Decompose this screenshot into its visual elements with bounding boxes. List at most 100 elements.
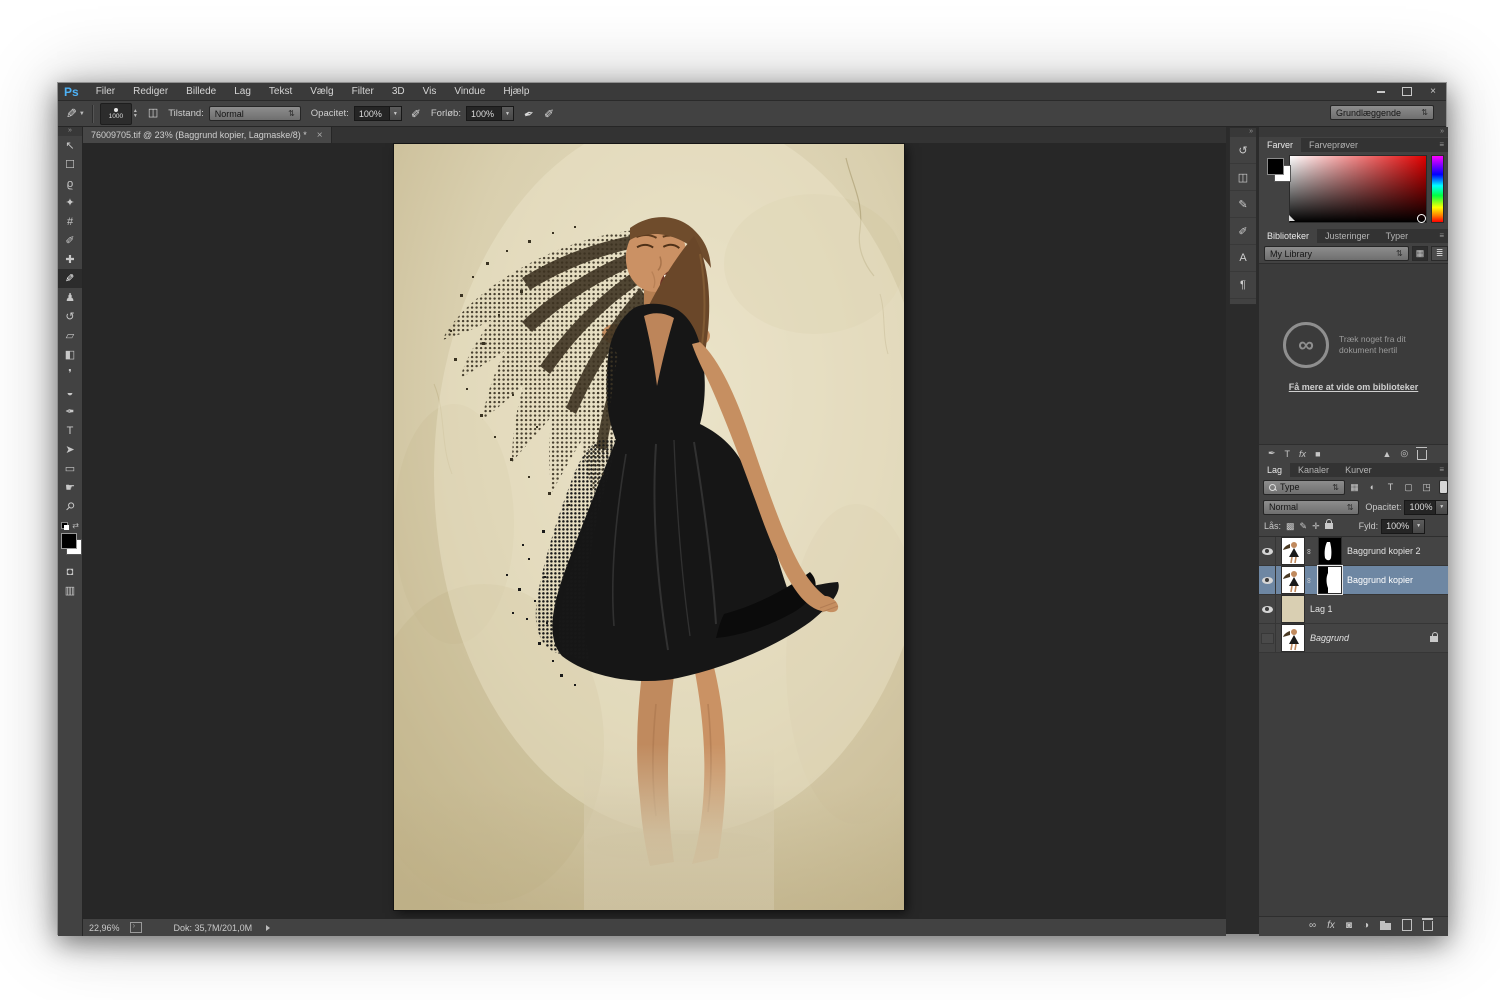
layer-name[interactable]: Lag 1 bbox=[1310, 604, 1333, 614]
add-graphic-icon[interactable]: ✒ bbox=[1268, 448, 1276, 459]
dock-collapse-icon[interactable]: » bbox=[1230, 128, 1256, 137]
brush-tool[interactable]: ✎ bbox=[58, 269, 82, 288]
visibility-toggle[interactable] bbox=[1259, 566, 1276, 594]
link-layers-icon[interactable]: ∞ bbox=[1309, 920, 1316, 931]
history-panel-icon[interactable]: ↺ bbox=[1230, 137, 1256, 164]
move-tool[interactable]: ↖ bbox=[58, 136, 82, 155]
blend-mode-select[interactable]: Normal⇅ bbox=[209, 106, 301, 121]
menu-item-vælg[interactable]: Vælg bbox=[301, 83, 342, 101]
menu-item-lag[interactable]: Lag bbox=[225, 83, 260, 101]
layers-opacity-input[interactable]: 100% bbox=[1404, 500, 1436, 515]
brush-preset-arrow-icon[interactable]: ▼ bbox=[79, 111, 85, 117]
flow-input[interactable]: 100% bbox=[466, 106, 502, 121]
filter-adjustment-layers-icon[interactable]: ◐ bbox=[1364, 480, 1381, 494]
filter-type-layers-icon[interactable]: T bbox=[1382, 480, 1399, 494]
crop-tool[interactable]: # bbox=[58, 212, 82, 231]
libraries-tab-justeringer[interactable]: Justeringer bbox=[1317, 229, 1378, 243]
menu-item-billede[interactable]: Billede bbox=[177, 83, 225, 101]
layer-row[interactable]: Lag 1 bbox=[1259, 595, 1448, 624]
add-layer-style-icon[interactable]: fx bbox=[1299, 449, 1306, 459]
swap-colors-icon[interactable]: ⇄ bbox=[72, 521, 79, 530]
panel-foreground-swatch[interactable] bbox=[1267, 158, 1284, 175]
tools-collapse-icon[interactable]: » bbox=[58, 127, 82, 136]
visibility-toggle[interactable] bbox=[1259, 624, 1276, 652]
panels-collapse-icon[interactable]: » bbox=[1259, 127, 1448, 137]
library-delete-icon[interactable] bbox=[1417, 448, 1427, 460]
fill-dropdown-icon[interactable] bbox=[1413, 519, 1425, 534]
menu-item-hjælp[interactable]: Hjælp bbox=[494, 83, 538, 101]
quick-selection-tool[interactable]: ✦ bbox=[58, 193, 82, 212]
list-view-icon[interactable]: ≣ bbox=[1431, 246, 1448, 261]
history-brush-tool[interactable]: ↺ bbox=[58, 307, 82, 326]
layers-panel-menu-icon[interactable]: ≡ bbox=[1439, 463, 1448, 477]
grid-view-icon[interactable]: ▦ bbox=[1412, 246, 1429, 261]
layer-thumbnail[interactable] bbox=[1282, 596, 1304, 622]
layer-mask-thumbnail[interactable] bbox=[1319, 567, 1341, 593]
layer-name[interactable]: Baggrund kopier bbox=[1347, 575, 1413, 585]
zoom-tool[interactable]: ⚲ bbox=[58, 497, 82, 516]
delete-layer-icon[interactable] bbox=[1423, 919, 1433, 931]
close-icon[interactable]: × bbox=[1420, 83, 1446, 100]
filter-toggle[interactable] bbox=[1439, 480, 1448, 494]
layers-tab-kanaler[interactable]: Kanaler bbox=[1290, 463, 1337, 477]
libraries-tab-typer[interactable]: Typer bbox=[1378, 229, 1417, 243]
path-selection-tool[interactable]: ➤ bbox=[58, 440, 82, 459]
toggle-brush-panel-icon[interactable]: ◫ bbox=[148, 108, 158, 119]
filter-shape-layers-icon[interactable]: ▢ bbox=[1400, 480, 1417, 494]
workspace-select[interactable]: Grundlæggende⇅ bbox=[1330, 105, 1434, 120]
layer-filter-select[interactable]: Type⇅ bbox=[1263, 480, 1345, 495]
pressure-size-icon[interactable]: ✐ bbox=[544, 108, 554, 120]
brush-presets-panel-icon[interactable]: ✎ bbox=[1230, 191, 1256, 218]
layers-opacity-dropdown-icon[interactable] bbox=[1436, 500, 1448, 515]
menu-item-vindue[interactable]: Vindue bbox=[445, 83, 494, 101]
layers-tab-lag[interactable]: Lag bbox=[1259, 463, 1290, 477]
device-preview-panel-icon[interactable]: ◫ bbox=[1230, 164, 1256, 191]
layer-row[interactable]: ∞Baggrund kopier 2 bbox=[1259, 537, 1448, 566]
layer-thumbnail[interactable] bbox=[1282, 625, 1304, 651]
sync-alert-icon[interactable]: ▲ bbox=[1383, 449, 1392, 459]
menu-item-rediger[interactable]: Rediger bbox=[124, 83, 177, 101]
menu-item-filter[interactable]: Filter bbox=[343, 83, 383, 101]
lock-all-icon[interactable] bbox=[1325, 521, 1333, 532]
healing-brush-tool[interactable]: ✚ bbox=[58, 250, 82, 269]
eyedropper-tool[interactable]: ✐ bbox=[58, 231, 82, 250]
type-tool[interactable]: T bbox=[58, 421, 82, 440]
layer-style-icon[interactable]: fx bbox=[1327, 920, 1335, 931]
restore-icon[interactable] bbox=[1394, 83, 1420, 100]
lock-position-icon[interactable]: ✛ bbox=[1312, 521, 1320, 532]
layer-thumbnail[interactable] bbox=[1282, 567, 1304, 593]
libraries-tab-biblioteker[interactable]: Biblioteker bbox=[1259, 229, 1317, 243]
pen-tool[interactable]: ✒ bbox=[58, 402, 82, 421]
filter-smart-objects-icon[interactable]: ◳ bbox=[1418, 480, 1435, 494]
pressure-opacity-icon[interactable]: ✐ bbox=[411, 108, 421, 120]
blur-tool[interactable]: ❜ bbox=[58, 364, 82, 383]
fill-input[interactable]: 100% bbox=[1381, 519, 1413, 534]
foreground-color-swatch[interactable] bbox=[61, 533, 77, 549]
add-layer-mask-icon[interactable]: ◙ bbox=[1346, 920, 1352, 931]
lock-pixels-icon[interactable]: ✎ bbox=[1300, 521, 1308, 532]
gradient-tool[interactable]: ◧ bbox=[58, 345, 82, 364]
layer-mask-thumbnail[interactable] bbox=[1319, 538, 1341, 564]
tab-close-icon[interactable]: × bbox=[317, 130, 323, 141]
airbrush-icon[interactable]: ✒ bbox=[522, 106, 536, 121]
sync-status-icon[interactable]: ◎ bbox=[1400, 448, 1408, 459]
menu-item-3d[interactable]: 3D bbox=[383, 83, 414, 101]
color-tab-farver[interactable]: Farver bbox=[1259, 138, 1301, 152]
minimize-icon[interactable] bbox=[1368, 83, 1394, 100]
brush-size-spinner[interactable]: ▲▼ bbox=[133, 109, 138, 119]
zoom-level-input[interactable]: 22,96% bbox=[89, 923, 120, 933]
layer-name[interactable]: Baggrund bbox=[1310, 633, 1349, 643]
color-tab-farveprøver[interactable]: Farveprøver bbox=[1301, 138, 1366, 152]
layer-thumbnail[interactable] bbox=[1282, 538, 1304, 564]
adjustment-layer-icon[interactable]: ◑ bbox=[1363, 920, 1369, 931]
lock-transparency-icon[interactable]: ▩ bbox=[1286, 521, 1295, 532]
layers-tab-kurver[interactable]: Kurver bbox=[1337, 463, 1380, 477]
libraries-panel-menu-icon[interactable]: ≡ bbox=[1439, 229, 1448, 243]
layer-row[interactable]: Baggrund bbox=[1259, 624, 1448, 653]
opacity-dropdown-icon[interactable] bbox=[390, 106, 402, 121]
brush-tool-icon[interactable]: ✎ bbox=[66, 107, 77, 120]
color-panel-menu-icon[interactable]: ≡ bbox=[1439, 138, 1448, 152]
layer-row[interactable]: ∞Baggrund kopier bbox=[1259, 566, 1448, 595]
eraser-tool[interactable]: ▱ bbox=[58, 326, 82, 345]
dodge-tool[interactable]: ◒ bbox=[58, 383, 82, 402]
